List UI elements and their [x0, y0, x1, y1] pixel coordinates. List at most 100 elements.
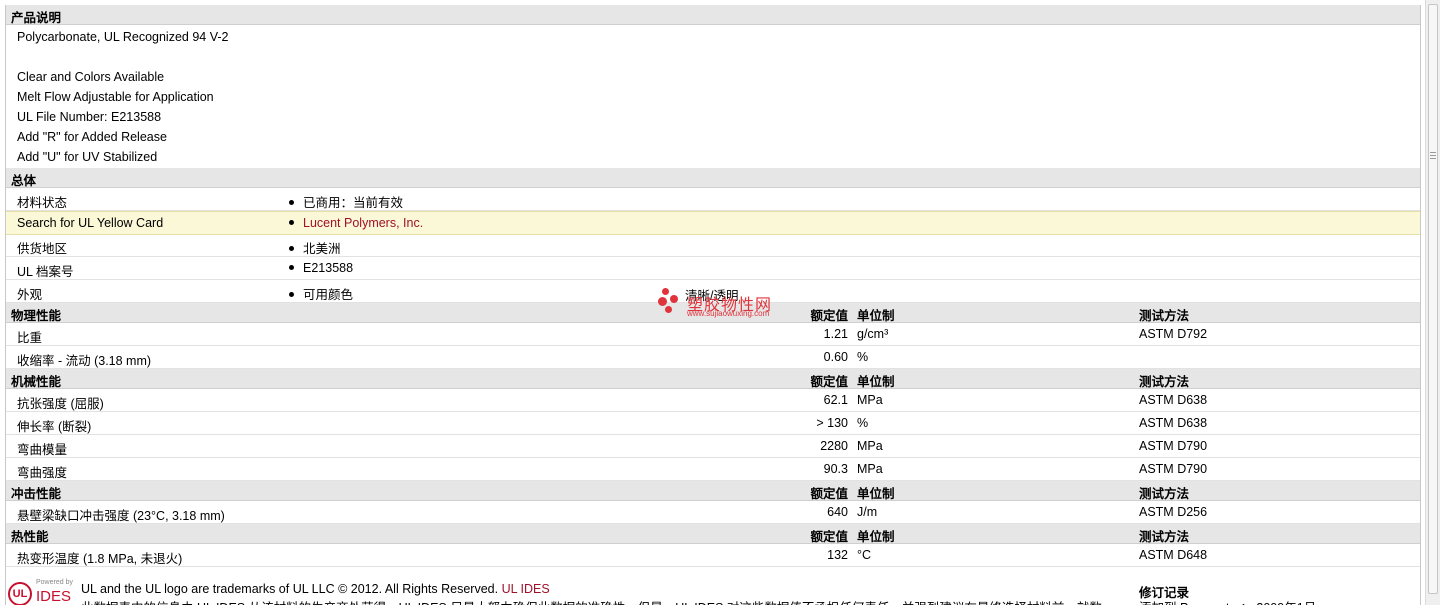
table-row: 弯曲强度 90.3 MPa ASTM D790 [6, 458, 1420, 481]
row-unit: MPa [857, 439, 883, 453]
row-value: 可用颜色 [289, 284, 353, 303]
table-row: 悬壁梁缺口冲击强度 (23°C, 3.18 mm) 640 J/m ASTM D… [6, 501, 1420, 524]
row-method: ASTM D638 [1139, 393, 1208, 407]
logo-dot-icon [665, 306, 672, 313]
col-header-value: 额定值 [810, 530, 848, 544]
ul-logo-icon: UL [8, 582, 32, 605]
row-label: 收缩率 - 流动 (3.18 mm) [17, 354, 152, 368]
col-header-unit: 单位制 [857, 487, 895, 501]
row-label: UL 档案号 [17, 265, 74, 279]
section-header-description: 产品说明 [6, 5, 1420, 25]
watermark: 清晰/透明 塑胶物性网 www.sujiaowuxing.com [655, 283, 795, 323]
row-value: 1.21 [823, 327, 848, 341]
table-row: 比重 1.21 g/cm³ ASTM D792 [6, 323, 1420, 346]
description-line: Clear and Colors Available [17, 70, 165, 84]
section-title: 机械性能 [11, 375, 62, 389]
general-row-ul-file: UL 档案号 E213588 [6, 257, 1420, 280]
row-value: 北美洲 [289, 238, 341, 257]
row-label: 弯曲模量 [17, 443, 68, 457]
disclaimer-text: 此数据表中的信息由 UL IDES 从该材料的生产商处获得。UL IDES 尽最… [81, 597, 1102, 605]
row-value: 132 [827, 548, 848, 562]
trademark-notice: UL and the UL logo are trademarks of UL … [81, 582, 550, 596]
col-header-method: 测试方法 [1139, 309, 1190, 323]
revision-history-text: 添加到 Prospector： 2009年1月 [1139, 597, 1316, 605]
row-unit: MPa [857, 462, 883, 476]
row-method: ASTM D790 [1139, 439, 1208, 453]
col-header-value: 额定值 [810, 375, 848, 389]
powered-by-label: Powered by [36, 579, 73, 586]
row-unit: g/cm³ [857, 327, 889, 341]
col-header-value: 额定值 [810, 487, 848, 501]
vertical-scrollbar[interactable] [1425, 0, 1440, 605]
general-row-region: 供货地区 北美洲 [6, 234, 1420, 257]
row-label: 伸长率 (断裂) [17, 420, 92, 434]
row-unit: J/m [857, 505, 878, 519]
trademark-text: UL and the UL logo are trademarks of UL … [81, 582, 499, 596]
row-value: 已商用：当前有效 [289, 192, 403, 211]
yellow-card-link[interactable]: Search for UL Yellow Card [17, 216, 163, 230]
row-method: ASTM D256 [1139, 505, 1208, 519]
row-unit: MPa [857, 393, 883, 407]
row-value-text: 北美洲 [303, 242, 341, 256]
ul-ides-link[interactable]: UL IDES [502, 582, 550, 596]
description-line: Add "U" for UV Stabilized [17, 150, 158, 164]
row-value: 640 [827, 505, 848, 519]
row-value: Lucent Polymers, Inc. [289, 216, 423, 230]
supplier-link[interactable]: Lucent Polymers, Inc. [303, 216, 423, 230]
section-title: 物理性能 [11, 309, 62, 323]
row-value-text: 可用颜色 [303, 288, 354, 302]
row-label: 热变形温度 (1.8 MPa, 未退火) [17, 552, 183, 566]
ides-logo-text: IDES [36, 588, 72, 605]
table-row: 热变形温度 (1.8 MPa, 未退火) 132 °C ASTM D648 [6, 544, 1420, 567]
row-label: 抗张强度 (屈服) [17, 397, 104, 411]
row-value: 62.1 [823, 393, 848, 407]
row-method: ASTM D790 [1139, 462, 1208, 476]
row-label: 外观 [17, 288, 43, 302]
row-label: 材料状态 [17, 196, 68, 210]
col-header-method: 测试方法 [1139, 375, 1190, 389]
row-unit: °C [857, 548, 872, 562]
section-title: 总体 [11, 174, 37, 188]
row-unit: % [857, 350, 869, 364]
ul-logo-text: UL [12, 588, 28, 600]
row-value-text: 已商用：当前有效 [303, 196, 404, 210]
col-header-unit: 单位制 [857, 375, 895, 389]
footer: UL Powered by IDES UL and the UL logo ar… [6, 578, 1420, 605]
table-row: 收缩率 - 流动 (3.18 mm) 0.60 % [6, 346, 1420, 369]
row-unit: % [857, 416, 869, 430]
col-header-unit: 单位制 [857, 530, 895, 544]
row-method: ASTM D792 [1139, 327, 1208, 341]
table-row: 弯曲模量 2280 MPa ASTM D790 [6, 435, 1420, 458]
general-row-yellow-card[interactable]: Search for UL Yellow Card Lucent Polymer… [6, 211, 1420, 235]
logo-dot-icon [662, 288, 669, 295]
scrollbar-grip-icon [1428, 150, 1438, 160]
row-label: 弯曲强度 [17, 466, 68, 480]
bullet-icon [289, 292, 294, 297]
description-line: UL File Number: E213588 [17, 110, 162, 124]
row-value: E213588 [289, 261, 353, 275]
bullet-icon [289, 220, 294, 225]
col-header-method: 测试方法 [1139, 487, 1190, 501]
row-value: 0.60 [823, 350, 848, 364]
row-value: > 130 [816, 416, 848, 430]
bullet-icon [289, 246, 294, 251]
bullet-icon [289, 265, 294, 270]
watermark-url: www.sujiaowuxing.com [687, 309, 770, 318]
general-row-status: 材料状态 已商用：当前有效 [6, 188, 1420, 211]
description-line: Melt Flow Adjustable for Application [17, 90, 214, 104]
scrollbar-thumb[interactable] [1428, 4, 1438, 594]
section-header-impact: 冲击性能 额定值 单位制 测试方法 [6, 481, 1420, 501]
row-value: 90.3 [823, 462, 848, 476]
description-line: Add "R" for Added Release [17, 130, 167, 144]
table-row: 抗张强度 (屈服) 62.1 MPa ASTM D638 [6, 389, 1420, 412]
row-label: 比重 [17, 331, 43, 345]
row-label: 供货地区 [17, 242, 68, 256]
section-title: 热性能 [11, 530, 49, 544]
row-value: 2280 [820, 439, 848, 453]
row-method: ASTM D648 [1139, 548, 1208, 562]
col-header-value: 额定值 [810, 309, 848, 323]
col-header-method: 测试方法 [1139, 530, 1190, 544]
logo-dot-icon [658, 297, 667, 306]
col-header-unit: 单位制 [857, 309, 895, 323]
table-row: 伸长率 (断裂) > 130 % ASTM D638 [6, 412, 1420, 435]
